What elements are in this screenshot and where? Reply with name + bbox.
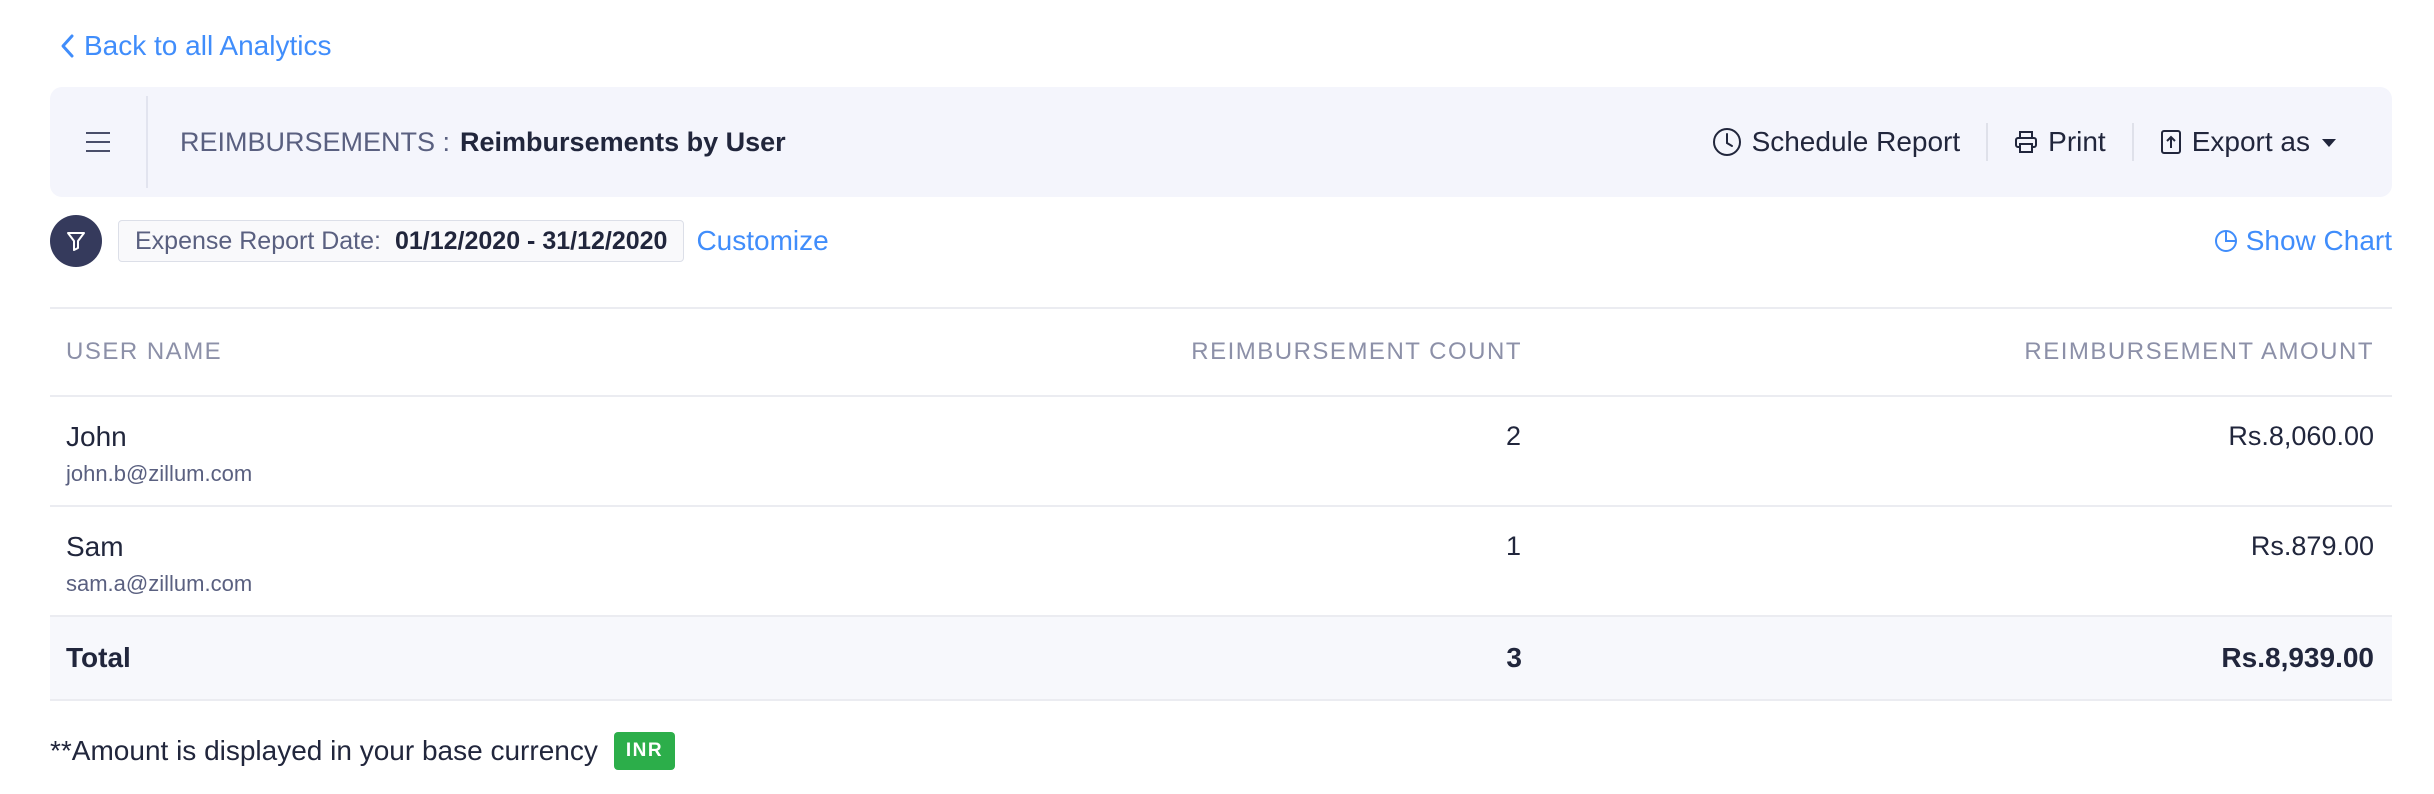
report-name: Reimbursements by User	[460, 126, 786, 157]
column-header-count[interactable]: REIMBURSEMENT COUNT	[967, 307, 1523, 397]
export-label: Export as	[2191, 126, 2310, 157]
reimbursements-table: USER NAME REIMBURSEMENT COUNT REIMBURSEM…	[50, 307, 2392, 701]
page-title: REIMBURSEMENTS : Reimbursements by User	[180, 127, 786, 158]
total-row: Total 3 Rs.8,939.00	[50, 616, 2392, 701]
reimbursement-count[interactable]: 2	[967, 396, 1523, 507]
filter-bar: Expense Report Date: 01/12/2020 - 31/12/…	[50, 214, 2392, 268]
show-chart-label: Show Chart	[2245, 225, 2392, 256]
customize-link[interactable]: Customize	[696, 225, 828, 257]
footnote-text: **Amount is displayed in your base curre…	[50, 735, 598, 766]
caret-down-icon	[2322, 139, 2336, 147]
table-row: Sam sam.a@zillum.com 1 Rs.879.00	[50, 506, 2392, 617]
user-cell: John john.b@zillum.com	[50, 396, 967, 507]
header-actions: Schedule Report Print Export as	[1686, 87, 2392, 197]
report-module-label: REIMBURSEMENTS :	[180, 126, 451, 157]
reimbursement-count[interactable]: 1	[967, 506, 1523, 617]
user-name[interactable]: Sam	[66, 531, 966, 563]
currency-footnote: **Amount is displayed in your base curre…	[50, 732, 676, 770]
print-button[interactable]: Print	[1988, 122, 2132, 162]
total-label: Total	[50, 616, 967, 701]
printer-icon	[2015, 131, 2038, 153]
report-header: REIMBURSEMENTS : Reimbursements by User …	[50, 87, 2392, 197]
funnel-icon	[67, 232, 85, 251]
pie-chart-icon	[2214, 230, 2237, 252]
filter-label: Expense Report Date:	[135, 226, 381, 255]
clock-icon	[1712, 128, 1741, 156]
table-header-row: USER NAME REIMBURSEMENT COUNT REIMBURSEM…	[50, 307, 2392, 397]
filter-value: 01/12/2020 - 31/12/2020	[394, 226, 668, 255]
menu-button[interactable]	[50, 96, 148, 188]
show-chart-link[interactable]: Show Chart	[2214, 225, 2392, 257]
chevron-left-icon	[61, 34, 74, 58]
hamburger-icon	[86, 132, 110, 152]
export-icon	[2160, 130, 2181, 154]
back-to-analytics-link[interactable]: Back to all Analytics	[58, 30, 331, 62]
export-dropdown[interactable]: Export as	[2134, 122, 2364, 162]
print-label: Print	[2048, 126, 2106, 157]
user-cell: Sam sam.a@zillum.com	[50, 506, 967, 617]
user-email: john.b@zillum.com	[66, 461, 253, 486]
total-amount: Rs.8,939.00	[1523, 616, 2392, 701]
column-header-amount[interactable]: REIMBURSEMENT AMOUNT	[1523, 307, 2392, 397]
back-link-label: Back to all Analytics	[84, 30, 332, 61]
schedule-report-label: Schedule Report	[1751, 126, 1961, 157]
reimbursement-amount: Rs.879.00	[1523, 506, 2392, 617]
user-email: sam.a@zillum.com	[66, 571, 253, 596]
reimbursement-amount: Rs.8,060.00	[1523, 396, 2392, 507]
user-name[interactable]: John	[66, 421, 966, 453]
currency-badge: INR	[613, 732, 676, 770]
date-filter-chip[interactable]: Expense Report Date: 01/12/2020 - 31/12/…	[118, 220, 685, 262]
column-header-user-name[interactable]: USER NAME	[50, 307, 967, 397]
schedule-report-button[interactable]: Schedule Report	[1686, 122, 1987, 162]
table-row: John john.b@zillum.com 2 Rs.8,060.00	[50, 396, 2392, 507]
total-count: 3	[967, 616, 1523, 701]
filter-button[interactable]	[50, 215, 102, 267]
